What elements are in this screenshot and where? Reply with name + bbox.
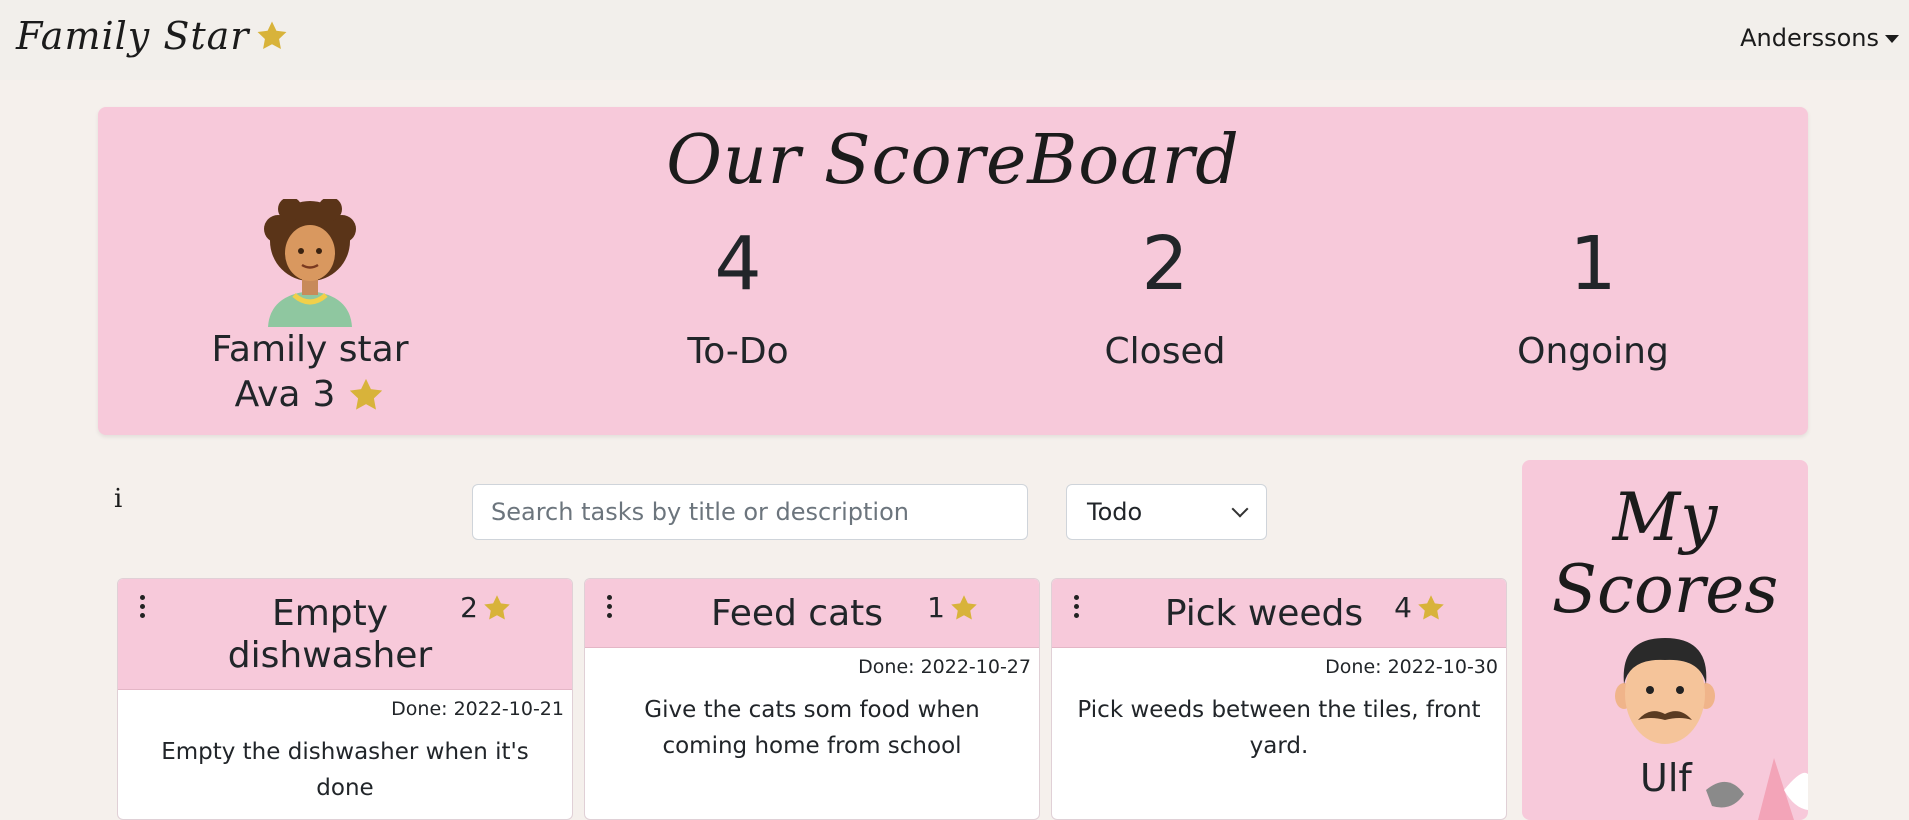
task-score-value: 2 xyxy=(460,591,478,624)
status-filter-value: Todo xyxy=(1087,498,1143,526)
avatar-ulf xyxy=(1615,638,1715,744)
avatar-ava xyxy=(264,199,356,327)
stat-todo: 4 To-Do xyxy=(588,227,888,372)
stat-value: 1 xyxy=(1569,221,1617,307)
stat-label: To-Do xyxy=(687,331,789,372)
task-description: Pick weeds between the tiles, front yard… xyxy=(1077,697,1481,759)
more-options-icon[interactable] xyxy=(1072,595,1080,618)
my-scores-title: My Scores xyxy=(1551,479,1779,628)
stat-label: Ongoing xyxy=(1517,331,1669,372)
task-card-header: Empty dishwasher 2 xyxy=(118,579,572,690)
stat-ongoing: 1 Ongoing xyxy=(1443,227,1743,372)
more-options-icon[interactable] xyxy=(605,595,613,618)
family-star-points: 3 xyxy=(312,374,336,415)
star-icon xyxy=(347,376,385,414)
party-hat-icon xyxy=(1706,758,1808,820)
stat-value: 2 xyxy=(1141,221,1189,307)
brand-logo[interactable]: Family Star xyxy=(16,14,289,58)
task-done-date: Done: 2022-10-21 xyxy=(391,698,564,720)
stat-label: Closed xyxy=(1104,331,1226,372)
task-card[interactable]: Feed cats 1 Done: 2022-10-27 Give the ca… xyxy=(584,578,1040,820)
family-dropdown-label: Anderssons xyxy=(1740,24,1879,52)
star-icon xyxy=(255,19,289,53)
family-star-panel: Family star Ava 3 xyxy=(198,199,422,415)
search-input[interactable] xyxy=(472,484,1028,540)
star-icon xyxy=(1416,593,1446,623)
task-card-header: Feed cats 1 xyxy=(585,579,1039,648)
stat-value: 4 xyxy=(714,221,762,307)
task-score-value: 4 xyxy=(1394,591,1412,624)
task-done-date: Done: 2022-10-27 xyxy=(858,656,1031,678)
task-description: Give the cats som food when coming home … xyxy=(644,697,980,759)
family-star-label: Family star xyxy=(211,329,409,370)
task-score: 1 xyxy=(927,591,979,624)
family-star-name: Ava xyxy=(234,374,301,415)
family-dropdown[interactable]: Anderssons xyxy=(1740,24,1899,52)
task-score-value: 1 xyxy=(927,591,945,624)
chevron-down-icon xyxy=(1231,500,1249,518)
task-done-date: Done: 2022-10-30 xyxy=(1325,656,1498,678)
info-icon[interactable]: i xyxy=(114,484,122,514)
star-icon xyxy=(949,593,979,623)
star-icon xyxy=(482,593,512,623)
my-scores-panel: My Scores Ulf xyxy=(1522,460,1808,820)
more-options-icon[interactable] xyxy=(138,595,146,618)
caret-down-icon xyxy=(1885,35,1899,43)
stat-closed: 2 Closed xyxy=(1015,227,1315,372)
task-card-header: Pick weeds 4 xyxy=(1052,579,1506,648)
task-description: Empty the dishwasher when it's done xyxy=(161,739,529,801)
scoreboard-title: Our ScoreBoard xyxy=(666,121,1240,200)
navbar: Family Star Anderssons xyxy=(0,0,1909,80)
family-star-score: Ava 3 xyxy=(198,374,422,415)
brand-title: Family Star xyxy=(16,14,250,58)
task-card[interactable]: Empty dishwasher 2 Done: 2022-10-21 Empt… xyxy=(117,578,573,820)
scoreboard: Our ScoreBoard Family star Ava 3 4 To-Do… xyxy=(98,107,1808,435)
status-filter-select[interactable]: Todo xyxy=(1066,484,1267,540)
task-score: 2 xyxy=(460,591,512,624)
task-score: 4 xyxy=(1394,591,1446,624)
my-scores-name: Ulf xyxy=(1640,756,1692,800)
task-card[interactable]: Pick weeds 4 Done: 2022-10-30 Pick weeds… xyxy=(1051,578,1507,820)
